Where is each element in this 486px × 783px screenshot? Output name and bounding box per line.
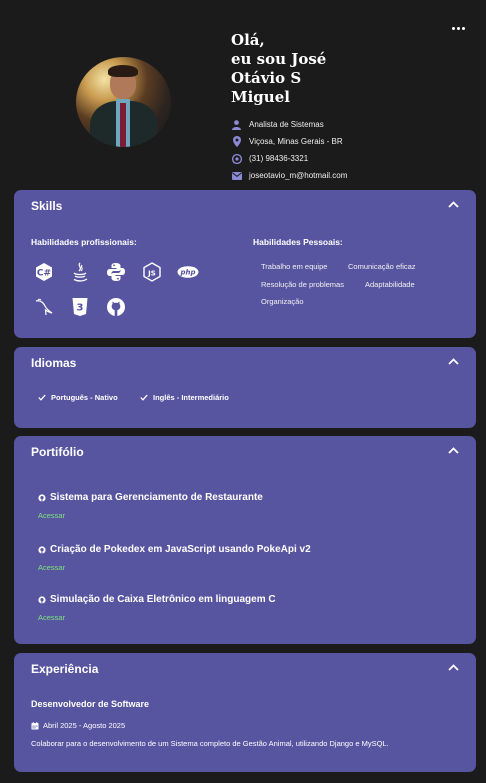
personal-skill: Comunicação eficaz: [348, 262, 416, 271]
more-options-icon[interactable]: [452, 27, 465, 30]
calendar-icon: [31, 721, 39, 729]
check-icon: [140, 394, 148, 401]
personal-skill: Organização: [261, 297, 304, 306]
portfolio-card: Portifólio Sistema para Gerenciamento de…: [14, 436, 476, 644]
portfolio-item: Sistema para Gerenciamento de Restaurant…: [38, 492, 263, 522]
csharp-icon: C#: [33, 261, 55, 283]
job-period-text: Abril 2025 - Agosto 2025: [43, 721, 126, 730]
check-icon: [38, 394, 46, 401]
person-icon: [231, 119, 242, 130]
chevron-up-icon[interactable]: [448, 358, 459, 365]
project-name: Sistema para Gerenciamento de Restaurant…: [50, 492, 263, 503]
personal-skill: Resolução de problemas: [261, 280, 344, 289]
job-title-row: Analista de Sistemas: [231, 116, 347, 133]
job-description: Colaborar para o desenvolvimento de um S…: [31, 739, 389, 748]
language-label: Português - Nativo: [51, 393, 118, 402]
personal-skills-title: Habilidades Pessoais:: [253, 237, 343, 247]
svg-text:C#: C#: [37, 269, 51, 279]
location-text: Viçosa, Minas Gerais - BR: [249, 137, 343, 146]
project-title: Simulação de Caixa Eletrônico em linguag…: [38, 594, 276, 605]
mysql-icon: [33, 296, 55, 318]
project-name: Simulação de Caixa Eletrônico em linguag…: [50, 594, 276, 605]
language-item: Inglês - Intermediário: [140, 393, 229, 402]
email-row[interactable]: joseotavio_m@hotmail.com: [231, 167, 347, 184]
job-period: Abril 2025 - Agosto 2025: [31, 721, 125, 730]
language-label: Inglês - Intermediário: [153, 393, 229, 402]
mail-icon: [231, 170, 242, 181]
portfolio-item: Simulação de Caixa Eletrônico em linguag…: [38, 594, 276, 624]
contact-info: Analista de Sistemas Viçosa, Minas Gerai…: [231, 116, 347, 184]
github-icon: [38, 545, 46, 554]
javascript-icon: JS: [141, 261, 163, 283]
github-icon: [38, 595, 46, 604]
location-pin-icon: [231, 136, 242, 147]
phone-row[interactable]: (31) 98436-3321: [231, 150, 347, 167]
personal-skill: Adaptabilidade: [365, 280, 415, 289]
greeting-line: Miguel: [231, 88, 290, 106]
project-title: Criação de Pokedex em JavaScript usando …: [38, 544, 311, 555]
experience-card: Experiência Desenvolvedor de Software Ab…: [14, 653, 476, 772]
project-name: Criação de Pokedex em JavaScript usando …: [50, 544, 311, 555]
email-text: joseotavio_m@hotmail.com: [249, 171, 348, 180]
access-link[interactable]: Acessar: [38, 511, 65, 520]
languages-title: Idiomas: [31, 356, 77, 370]
project-title: Sistema para Gerenciamento de Restaurant…: [38, 492, 263, 503]
php-icon: php: [177, 261, 199, 283]
css3-icon: 3: [69, 296, 91, 318]
skills-title: Skills: [31, 199, 63, 213]
experience-title: Experiência: [31, 662, 99, 676]
chevron-up-icon[interactable]: [448, 201, 459, 208]
job-title: Analista de Sistemas: [249, 120, 324, 129]
chevron-up-icon[interactable]: [448, 447, 459, 454]
python-icon: [105, 261, 127, 283]
languages-card: Idiomas Português - Nativo Inglês - Inte…: [14, 347, 476, 428]
location-row: Viçosa, Minas Gerais - BR: [231, 133, 347, 150]
whatsapp-icon: [231, 153, 242, 164]
greeting-line: Otávio S: [231, 69, 302, 87]
language-item: Português - Nativo: [38, 393, 118, 402]
svg-text:JS: JS: [147, 269, 156, 277]
access-link[interactable]: Acessar: [38, 613, 65, 622]
greeting-line: Olá,: [231, 31, 265, 49]
svg-text:3: 3: [77, 303, 84, 314]
github-icon: [38, 493, 46, 502]
github-icon: [105, 296, 127, 318]
job-role: Desenvolvedor de Software: [31, 699, 150, 709]
greeting-heading: Olá, eu sou José Otávio S Miguel: [231, 31, 326, 107]
access-link[interactable]: Acessar: [38, 563, 65, 572]
avatar: [76, 57, 171, 147]
java-icon: [69, 261, 91, 283]
chevron-up-icon[interactable]: [448, 664, 459, 671]
professional-skills-title: Habilidades profissionais:: [31, 237, 137, 247]
svg-text:php: php: [179, 269, 195, 277]
profile-header: Olá, eu sou José Otávio S Miguel Analist…: [0, 0, 486, 190]
portfolio-title: Portifólio: [31, 445, 84, 459]
personal-skill: Trabalho em equipe: [261, 262, 328, 271]
skills-card: Skills Habilidades profissionais: Habili…: [14, 190, 476, 338]
greeting-line: eu sou José: [231, 50, 327, 68]
phone-text: (31) 98436-3321: [249, 154, 309, 163]
portfolio-item: Criação de Pokedex em JavaScript usando …: [38, 544, 311, 574]
